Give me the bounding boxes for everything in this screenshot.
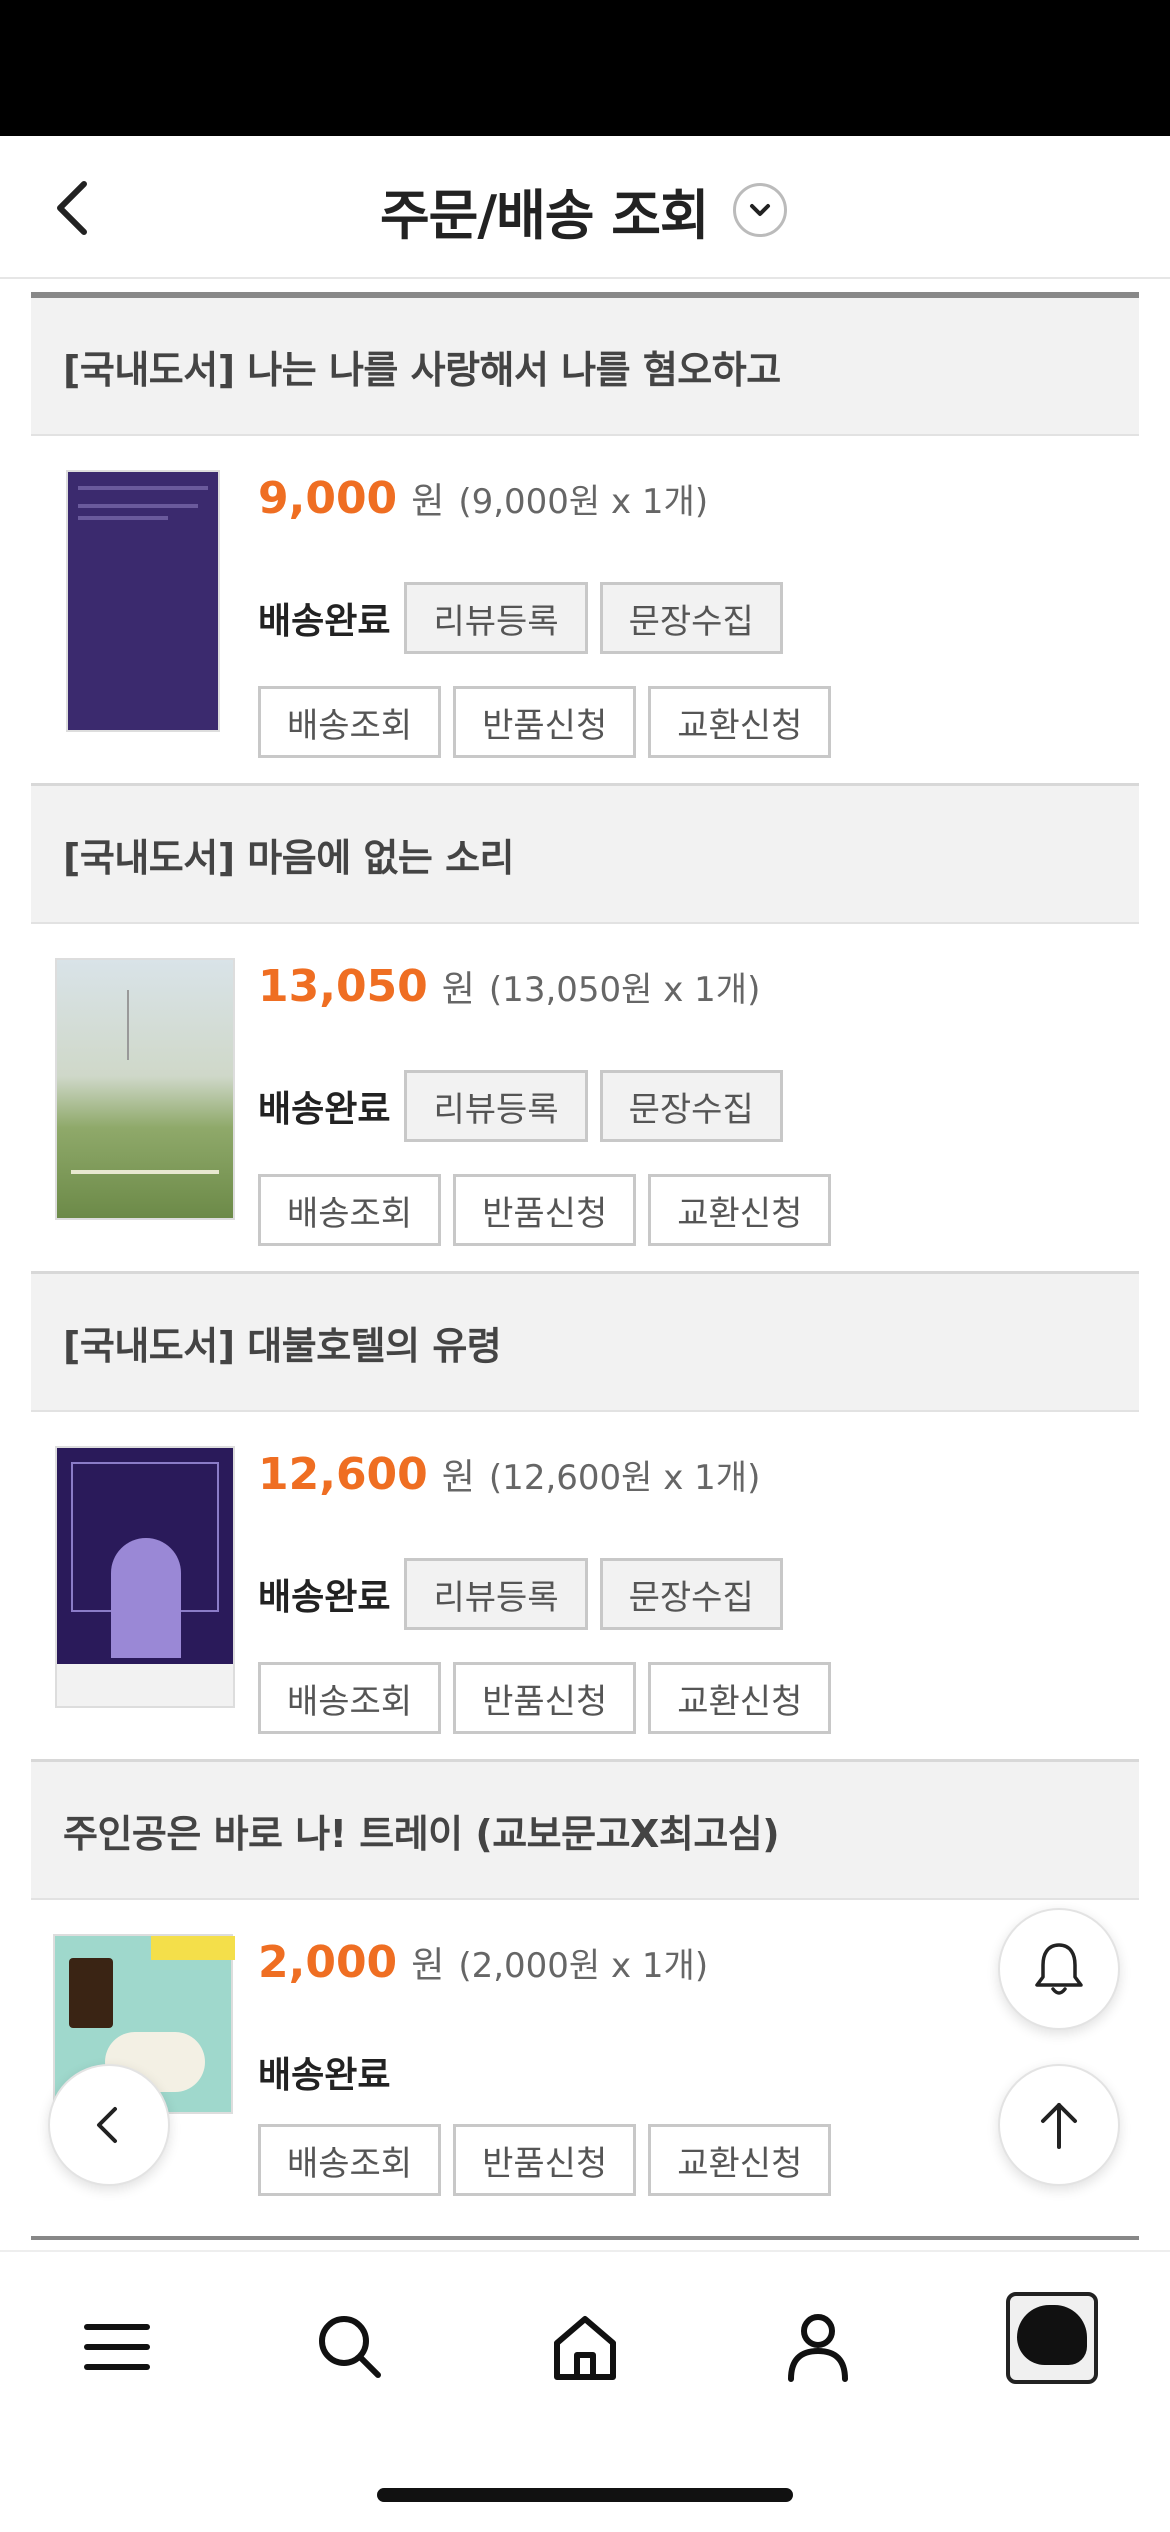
book-cover-image[interactable] <box>66 470 220 732</box>
price-detail: (12,600원 x 1개) <box>488 1458 761 1498</box>
delivery-status: 배송완료 <box>258 1577 391 1618</box>
track-delivery-button[interactable]: 배송조회 <box>258 686 442 758</box>
status-bar <box>0 0 1170 136</box>
chevron-left-icon <box>97 2107 117 2143</box>
track-delivery-button[interactable]: 배송조회 <box>258 1662 442 1734</box>
order-item: 9,000 원 (9,000원 x 1개) 배송완료 리뷰등록 문장수집 배송조… <box>31 436 1139 786</box>
price-detail: (2,000원 x 1개) <box>458 1946 709 1986</box>
nav-header: 주문/배송 조회 <box>0 136 1170 279</box>
exchange-request-button[interactable]: 교환신청 <box>648 1174 832 1246</box>
notification-button[interactable] <box>998 1908 1120 2030</box>
track-delivery-button[interactable]: 배송조회 <box>258 2124 442 2196</box>
return-request-button[interactable]: 반품신청 <box>453 1662 637 1734</box>
action-row: 배송조회 반품신청 교환신청 <box>258 1174 832 1246</box>
status-row: 배송완료 <box>258 2046 392 2098</box>
title-dropdown-button[interactable] <box>732 183 787 237</box>
delivery-status: 배송완료 <box>258 601 391 642</box>
order-item-title[interactable]: 주인공은 바로 나! 트레이 (교보문고X최고심) <box>31 1762 1139 1900</box>
currency-unit: 원 <box>411 1945 445 1986</box>
currency-unit: 원 <box>441 969 475 1010</box>
search-icon <box>319 2316 381 2378</box>
delivery-status: 배송완료 <box>258 1089 391 1130</box>
return-request-button[interactable]: 반품신청 <box>453 1174 637 1246</box>
order-item-title[interactable]: [국내도서] 마음에 없는 소리 <box>31 786 1139 924</box>
order-item-title[interactable]: [국내도서] 대불호텔의 유령 <box>31 1274 1139 1412</box>
tab-my-account[interactable] <box>773 2302 863 2392</box>
action-row: 배송조회 반품신청 교환신청 <box>258 2124 832 2196</box>
collect-sentence-button[interactable]: 문장수집 <box>599 1558 783 1630</box>
price-line: 12,600 원 (12,600원 x 1개) <box>258 1448 760 1500</box>
order-item: 12,600 원 (12,600원 x 1개) 배송완료 리뷰등록 문장수집 배… <box>31 1412 1139 1762</box>
status-row: 배송완료 리뷰등록 문장수집 <box>258 1558 783 1630</box>
book-cover-image[interactable] <box>55 958 235 1220</box>
home-indicator <box>377 2488 793 2502</box>
currency-unit: 원 <box>411 481 445 522</box>
scroll-to-top-button[interactable] <box>998 2064 1120 2186</box>
user-icon <box>788 2314 848 2382</box>
return-request-button[interactable]: 반품신청 <box>453 686 637 758</box>
order-item-title[interactable]: [국내도서] 나는 나를 사랑해서 나를 혐오하고 <box>31 298 1139 436</box>
back-button[interactable] <box>42 176 106 240</box>
profile-thumbnail[interactable] <box>1006 2292 1098 2384</box>
exchange-request-button[interactable]: 교환신청 <box>648 2124 832 2196</box>
menu-icon <box>84 2324 150 2370</box>
return-request-button[interactable]: 반품신청 <box>453 2124 637 2196</box>
arrow-up-icon <box>1041 2103 1077 2149</box>
book-cover-image[interactable] <box>55 1446 235 1708</box>
price-detail: (13,050원 x 1개) <box>488 970 761 1010</box>
status-row: 배송완료 리뷰등록 문장수집 <box>258 1070 783 1142</box>
write-review-button[interactable]: 리뷰등록 <box>404 1558 588 1630</box>
price-line: 13,050 원 (13,050원 x 1개) <box>258 960 760 1012</box>
action-row: 배송조회 반품신청 교환신청 <box>258 686 832 758</box>
action-row: 배송조회 반품신청 교환신청 <box>258 1662 832 1734</box>
chevron-down-icon <box>749 204 770 216</box>
currency-unit: 원 <box>441 1457 475 1498</box>
price: 13,050 <box>258 961 428 1012</box>
price: 12,600 <box>258 1449 428 1500</box>
bell-icon <box>1035 1943 1083 1995</box>
exchange-request-button[interactable]: 교환신청 <box>648 686 832 758</box>
order-item: 13,050 원 (13,050원 x 1개) 배송완료 리뷰등록 문장수집 배… <box>31 924 1139 1274</box>
floating-back-button[interactable] <box>48 2064 170 2186</box>
tab-home[interactable] <box>540 2302 630 2392</box>
price: 9,000 <box>258 473 398 524</box>
page-title: 주문/배송 조회 <box>380 183 710 247</box>
tab-search[interactable] <box>305 2302 395 2392</box>
collect-sentence-button[interactable]: 문장수집 <box>599 582 783 654</box>
price-line: 9,000 원 (9,000원 x 1개) <box>258 472 708 524</box>
home-icon <box>554 2316 616 2380</box>
write-review-button[interactable]: 리뷰등록 <box>404 1070 588 1142</box>
status-row: 배송완료 리뷰등록 문장수집 <box>258 582 783 654</box>
delivery-status: 배송완료 <box>258 2055 391 2096</box>
order-list: [국내도서] 나는 나를 사랑해서 나를 혐오하고 9,000 원 (9,000… <box>31 292 1139 2250</box>
tab-menu[interactable] <box>72 2302 162 2392</box>
order-item: 2,000 원 (2,000원 x 1개) 배송완료 배송조회 반품신청 교환신… <box>31 1900 1139 2240</box>
collect-sentence-button[interactable]: 문장수집 <box>599 1070 783 1142</box>
write-review-button[interactable]: 리뷰등록 <box>404 582 588 654</box>
price-line: 2,000 원 (2,000원 x 1개) <box>258 1936 708 1988</box>
track-delivery-button[interactable]: 배송조회 <box>258 1174 442 1246</box>
chevron-left-icon <box>57 181 87 235</box>
title-group[interactable]: 주문/배송 조회 <box>380 170 787 250</box>
price-detail: (9,000원 x 1개) <box>458 482 709 522</box>
price: 2,000 <box>258 1937 398 1988</box>
exchange-request-button[interactable]: 교환신청 <box>648 1662 832 1734</box>
